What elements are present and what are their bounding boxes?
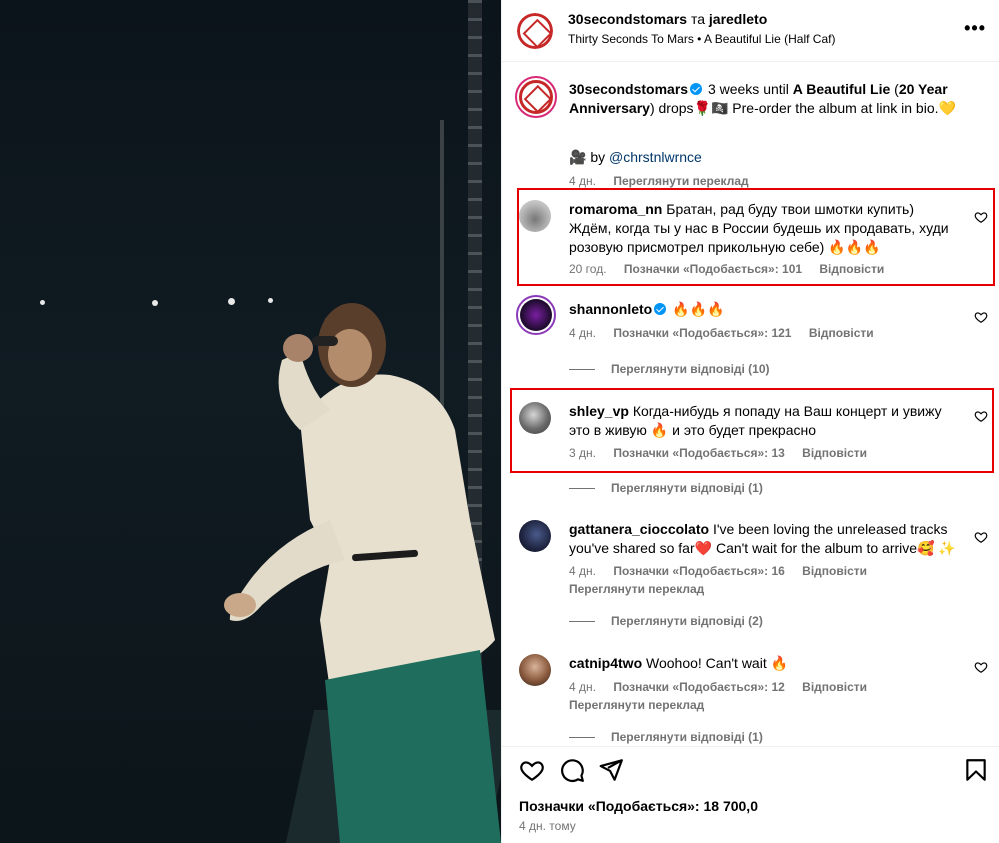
caption-album-title: A Beautiful Lie	[792, 81, 891, 97]
comment-time[interactable]: 4 дн.	[569, 326, 596, 340]
audio-separator: •	[697, 32, 702, 46]
view-replies-button[interactable]: Переглянути відповіді (2)	[569, 614, 763, 628]
author-link[interactable]: 30secondstomars	[568, 11, 687, 27]
commenter-avatar[interactable]	[516, 295, 556, 335]
caption-credit: 🎥 by @chrstnlwrnce	[569, 148, 959, 167]
credit-user-link[interactable]: @chrstnlwrnce	[609, 149, 702, 165]
band-logo-icon	[519, 80, 553, 114]
comment-time[interactable]: 4 дн.	[569, 680, 596, 694]
see-translation-button[interactable]: Переглянути переклад	[613, 174, 748, 188]
performer-figure	[224, 303, 501, 843]
comment-text: catnip4two Woohoo! Can't wait 🔥	[569, 654, 959, 673]
audio-attribution[interactable]: Thirty Seconds To Mars • A Beautiful Lie…	[568, 32, 835, 46]
highlight-box	[510, 388, 994, 473]
reply-button[interactable]: Відповісти	[809, 326, 874, 340]
verified-badge-icon	[690, 83, 703, 95]
reply-button[interactable]: Відповісти	[802, 680, 867, 694]
post-likes-count[interactable]: Позначки «Подобається»: 18 700,0	[519, 798, 758, 814]
comment-body: Woohoo! Can't wait 🔥	[646, 655, 789, 671]
comment-likes[interactable]: Позначки «Подобається»: 121	[613, 326, 791, 340]
verified-badge-icon	[654, 303, 667, 315]
comment-likes[interactable]: Позначки «Подобається»: 12	[613, 680, 784, 694]
share-paper-plane-icon[interactable]	[598, 757, 624, 783]
comment-meta: 4 дн. Позначки «Подобається»: 12 Відпові…	[569, 680, 881, 694]
comments-list[interactable]: 30secondstomars 3 weeks until A Beautifu…	[502, 62, 999, 746]
yellow-heart-emoji-icon: 💛	[938, 100, 956, 116]
video-camera-icon: 🎥	[569, 149, 587, 165]
comment-meta: 4 дн. Позначки «Подобається»: 121 Відпов…	[569, 326, 888, 340]
caption-fragment: ) drops	[649, 100, 694, 116]
bookmark-icon[interactable]	[963, 757, 989, 783]
caption-fragment: 3 weeks until	[707, 81, 793, 97]
post-header: 30secondstomars та jaredleto Thirty Seco…	[502, 0, 999, 62]
comment-username[interactable]: catnip4two	[569, 655, 642, 671]
see-translation-button[interactable]: Переглянути переклад	[569, 698, 704, 712]
heart-icon[interactable]	[974, 310, 988, 324]
comment-time[interactable]: 4 дн.	[569, 564, 596, 578]
comment-likes[interactable]: Позначки «Подобається»: 16	[613, 564, 784, 578]
comment-meta: 4 дн. Позначки «Подобається»: 16 Відпові…	[569, 564, 881, 578]
highlight-box	[517, 188, 995, 286]
post-authors: 30secondstomars та jaredleto	[568, 11, 767, 27]
caption-time[interactable]: 4 дн.	[569, 174, 596, 188]
caption-author-avatar[interactable]	[515, 76, 557, 118]
heart-icon[interactable]	[974, 660, 988, 674]
caption-text: 30secondstomars 3 weeks until A Beautifu…	[569, 80, 959, 118]
collab-author-link[interactable]: jaredleto	[709, 11, 767, 27]
credit-prefix: by	[590, 149, 606, 165]
comment-text: gattanera_cioccolato I've been loving th…	[569, 520, 959, 558]
comment-username[interactable]: gattanera_cioccolato	[569, 521, 709, 537]
comment-text: shannonleto 🔥🔥🔥	[569, 300, 959, 319]
post-timestamp[interactable]: 4 дн. тому	[519, 819, 576, 833]
view-replies-button[interactable]: Переглянути відповіді (1)	[569, 730, 763, 744]
post-actions: Позначки «Подобається»: 18 700,0 4 дн. т…	[502, 746, 999, 843]
more-horizontal-icon[interactable]: •••	[964, 18, 986, 39]
view-replies-button[interactable]: Переглянути відповіді (10)	[569, 362, 770, 376]
caption-fragment: (	[890, 81, 899, 97]
view-replies-button[interactable]: Переглянути відповіді (1)	[569, 481, 763, 495]
comment-username[interactable]: shannonleto	[569, 301, 652, 317]
caption-username[interactable]: 30secondstomars	[569, 81, 688, 97]
audio-title[interactable]: A Beautiful Lie (Half Caf)	[704, 32, 835, 46]
post-media[interactable]	[0, 0, 501, 843]
band-logo-icon	[517, 13, 553, 49]
author-avatar[interactable]	[517, 13, 553, 49]
like-heart-icon[interactable]	[519, 757, 545, 783]
comment-bubble-icon[interactable]	[559, 757, 585, 783]
see-translation-button[interactable]: Переглянути переклад	[569, 582, 704, 596]
commenter-avatar[interactable]	[519, 654, 551, 686]
rose-emoji-icon: 🌹🏴‍☠️	[693, 100, 729, 116]
comment-body: 🔥🔥🔥	[672, 301, 725, 317]
caption-fragment: Pre-order the album at link in bio.	[728, 100, 939, 116]
audio-artist[interactable]: Thirty Seconds To Mars	[568, 32, 694, 46]
heart-icon[interactable]	[974, 530, 988, 544]
reply-button[interactable]: Відповісти	[802, 564, 867, 578]
post-side-panel: 30secondstomars та jaredleto Thirty Seco…	[501, 0, 999, 843]
commenter-avatar[interactable]	[519, 520, 551, 552]
author-connector: та	[690, 11, 705, 27]
caption-meta: 4 дн. Переглянути переклад	[569, 174, 763, 188]
